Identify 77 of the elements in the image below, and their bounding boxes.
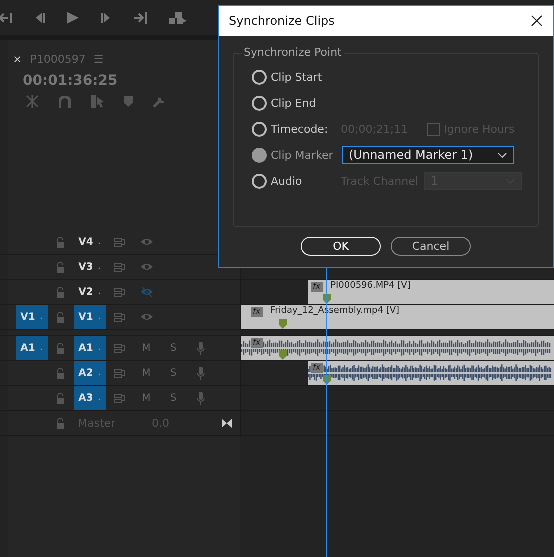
close-tab-button[interactable]: × xyxy=(13,52,22,66)
option-label: Timecode: xyxy=(271,122,330,136)
linked-selection-icon[interactable] xyxy=(91,95,104,108)
solo-button[interactable]: S xyxy=(160,342,187,354)
sync-lock-icon[interactable] xyxy=(114,344,126,352)
lock-icon[interactable] xyxy=(56,262,64,272)
track-target[interactable]: A2 . xyxy=(74,361,106,385)
track-target[interactable]: A3 . xyxy=(74,386,106,410)
option-label: Clip Start xyxy=(271,70,324,84)
solo-button[interactable]: S xyxy=(160,392,187,404)
sync-lock-icon[interactable] xyxy=(114,238,126,246)
step-forward-icon[interactable] xyxy=(134,12,147,24)
track-target[interactable]: A1 . xyxy=(74,336,106,360)
microphone-icon[interactable] xyxy=(196,366,204,380)
fx-badge[interactable]: fx xyxy=(311,282,323,292)
marker-dropdown[interactable]: (Unnamed Marker 1) xyxy=(342,146,514,164)
play-icon[interactable] xyxy=(67,12,79,24)
marker-icon[interactable] xyxy=(279,350,287,360)
lock-icon[interactable] xyxy=(56,418,64,428)
snap-icon[interactable] xyxy=(59,96,71,108)
panel-menu-button[interactable]: ☰ xyxy=(94,52,104,66)
bowtie-icon[interactable] xyxy=(222,418,232,428)
lock-icon[interactable] xyxy=(56,392,64,404)
lock-icon[interactable] xyxy=(56,236,64,248)
sync-lock-icon[interactable] xyxy=(114,262,126,272)
lock-icon[interactable] xyxy=(56,286,64,298)
sync-lock-icon[interactable] xyxy=(114,312,126,322)
radio-button[interactable] xyxy=(252,70,267,84)
lock-icon[interactable] xyxy=(56,342,64,354)
radio-button[interactable] xyxy=(252,148,267,162)
sync-lock-icon[interactable] xyxy=(114,368,126,378)
eye-icon[interactable] xyxy=(140,262,154,272)
marker-icon[interactable] xyxy=(279,319,287,329)
marker-icon[interactable] xyxy=(124,96,133,107)
mute-button[interactable]: M xyxy=(133,342,160,354)
audio-clip[interactable]: fx xyxy=(241,336,554,360)
option-label: Clip End xyxy=(271,96,318,110)
wrench-icon[interactable] xyxy=(153,95,166,108)
eye-icon[interactable] xyxy=(140,237,154,247)
sync-lock-icon[interactable] xyxy=(114,394,126,402)
fx-badge[interactable]: fx xyxy=(251,338,263,348)
eye-icon[interactable] xyxy=(140,312,154,322)
radio-button[interactable] xyxy=(252,96,267,110)
video-clip[interactable]: fx PI000596.MP4 [V] xyxy=(308,280,554,304)
group-label: Synchronize Point xyxy=(242,46,344,59)
fx-badge[interactable]: fx xyxy=(251,307,263,317)
step-back-icon[interactable] xyxy=(0,12,12,22)
cancel-button[interactable]: Cancel xyxy=(391,237,471,256)
sync-lock-icon[interactable] xyxy=(114,288,126,296)
fx-badge[interactable]: fx xyxy=(311,363,323,373)
track-target[interactable]: V3 . xyxy=(74,255,106,279)
frame-forward-icon[interactable] xyxy=(101,12,112,22)
source-patch[interactable]: A1 . xyxy=(16,336,48,360)
track-target[interactable]: V1 . xyxy=(74,305,106,329)
audio-clip[interactable]: fx xyxy=(308,361,554,385)
insert-icon[interactable] xyxy=(169,12,187,24)
sequence-tab[interactable]: P1000597 xyxy=(30,52,86,66)
dialog-title: Synchronize Clips xyxy=(229,14,335,28)
clip-name: PI000596.MP4 [V] xyxy=(330,281,411,291)
option-label: Audio xyxy=(271,174,304,188)
solo-button[interactable]: S xyxy=(160,368,187,378)
track-target[interactable]: V4 . xyxy=(74,230,106,254)
nest-icon[interactable] xyxy=(26,95,39,108)
lock-icon[interactable] xyxy=(56,368,64,378)
option-label: Clip Marker xyxy=(271,148,334,162)
microphone-icon[interactable] xyxy=(196,392,204,404)
source-patch[interactable]: V1 . xyxy=(16,305,48,329)
track-target[interactable]: V2 . xyxy=(74,280,106,304)
eye-crossed-icon[interactable] xyxy=(140,287,154,297)
timecode-display[interactable]: 00:01:36:25 xyxy=(23,73,118,89)
ok-button[interactable]: OK xyxy=(301,237,381,256)
mute-button[interactable]: M xyxy=(133,392,160,404)
lock-icon[interactable] xyxy=(56,312,64,322)
microphone-icon[interactable] xyxy=(196,342,204,354)
frame-back-icon[interactable] xyxy=(34,12,45,22)
mute-button[interactable]: M xyxy=(133,368,160,378)
close-icon[interactable] xyxy=(531,15,543,27)
